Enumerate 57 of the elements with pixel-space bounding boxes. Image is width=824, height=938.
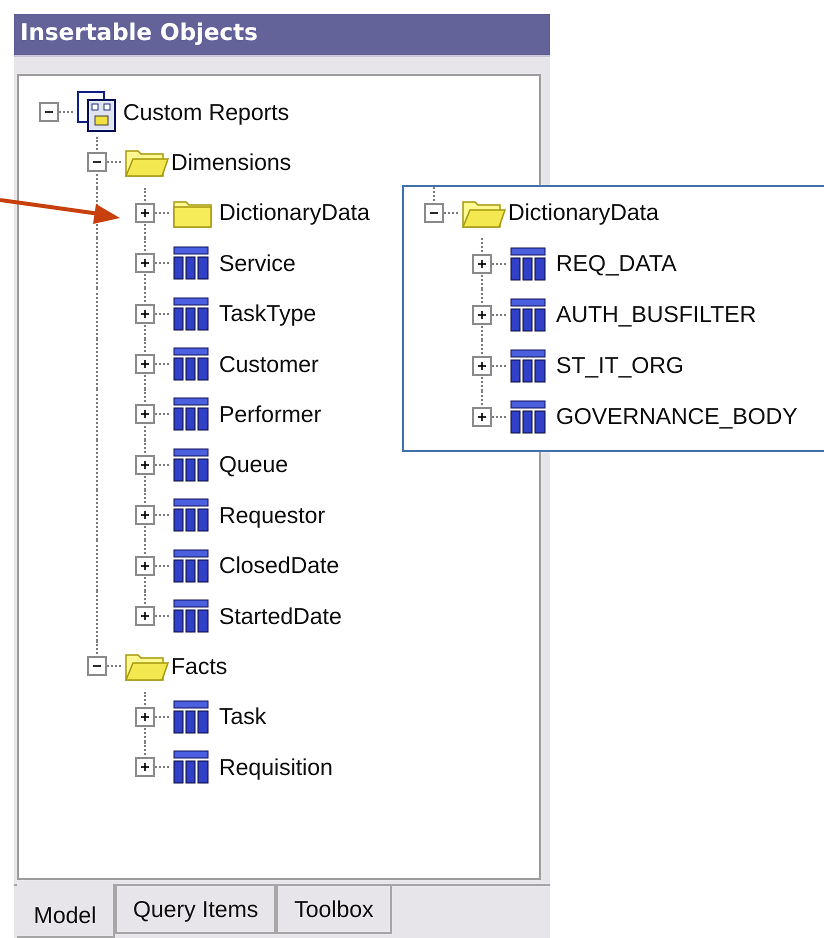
table-icon xyxy=(173,700,209,734)
table-icon xyxy=(173,498,209,532)
tree-item[interactable]: DictionaryData xyxy=(508,199,659,226)
tree-item[interactable]: Dimensions xyxy=(171,148,292,176)
expand-icon[interactable] xyxy=(135,454,155,475)
expand-icon[interactable] xyxy=(135,354,155,374)
expand-icon[interactable] xyxy=(135,505,155,526)
table-icon xyxy=(173,347,209,382)
tree-item[interactable]: ST_IT_ORG xyxy=(556,352,684,379)
expand-icon[interactable] xyxy=(472,304,492,324)
expand-icon[interactable] xyxy=(472,406,492,426)
tab[interactable]: Model xyxy=(17,884,115,938)
tree-item[interactable]: Queue xyxy=(219,451,288,478)
table-icon xyxy=(173,296,209,331)
tree-item[interactable]: REQ_DATA xyxy=(556,250,677,277)
tree-item[interactable]: ClosedDate xyxy=(219,552,340,580)
tab[interactable]: Query Items xyxy=(115,886,276,934)
tree-item[interactable]: Performer xyxy=(219,400,322,428)
table-icon xyxy=(510,348,546,382)
collapse-icon[interactable] xyxy=(87,152,107,172)
tab[interactable]: Toolbox xyxy=(276,886,392,934)
tree-item[interactable]: AUTH_BUSFILTER xyxy=(556,301,756,328)
table-icon xyxy=(173,750,209,784)
table-icon xyxy=(173,599,209,633)
expand-icon[interactable] xyxy=(135,253,155,274)
tree-item[interactable]: Customer xyxy=(219,350,319,378)
tree-item[interactable]: Service xyxy=(219,250,296,277)
table-icon xyxy=(510,246,546,280)
expand-icon[interactable] xyxy=(472,356,492,376)
expand-icon[interactable] xyxy=(135,404,155,424)
table-icon xyxy=(173,448,209,482)
expand-icon[interactable] xyxy=(135,606,155,626)
tree-item[interactable]: TaskType xyxy=(219,300,316,328)
tree-item[interactable]: Custom Reports xyxy=(123,98,290,126)
tree-item[interactable]: DictionaryData xyxy=(219,199,370,226)
table-icon xyxy=(173,397,209,432)
expand-icon[interactable] xyxy=(135,556,155,576)
tree-item[interactable]: GOVERNANCE_BODY xyxy=(556,403,798,430)
tree-item[interactable]: StartedDate xyxy=(219,602,342,630)
expand-icon[interactable] xyxy=(135,757,155,778)
expand-icon[interactable] xyxy=(135,706,155,727)
expand-icon[interactable] xyxy=(135,304,155,324)
table-icon xyxy=(510,298,546,332)
collapse-icon[interactable] xyxy=(39,102,59,122)
collapse-icon[interactable] xyxy=(87,656,107,676)
panel-title: Insertable Objects xyxy=(14,14,550,57)
tree-item[interactable]: Facts xyxy=(171,652,228,680)
model-icon xyxy=(77,91,117,134)
expand-icon[interactable] xyxy=(135,202,155,223)
expand-icon[interactable] xyxy=(472,254,492,274)
tree-item[interactable]: Requisition xyxy=(219,754,333,781)
table-icon xyxy=(173,548,209,583)
tree-item[interactable]: Task xyxy=(219,703,266,730)
table-icon xyxy=(173,246,209,280)
table-icon xyxy=(510,400,546,434)
collapse-icon[interactable] xyxy=(424,202,444,222)
tree-item[interactable]: Requestor xyxy=(219,502,326,529)
